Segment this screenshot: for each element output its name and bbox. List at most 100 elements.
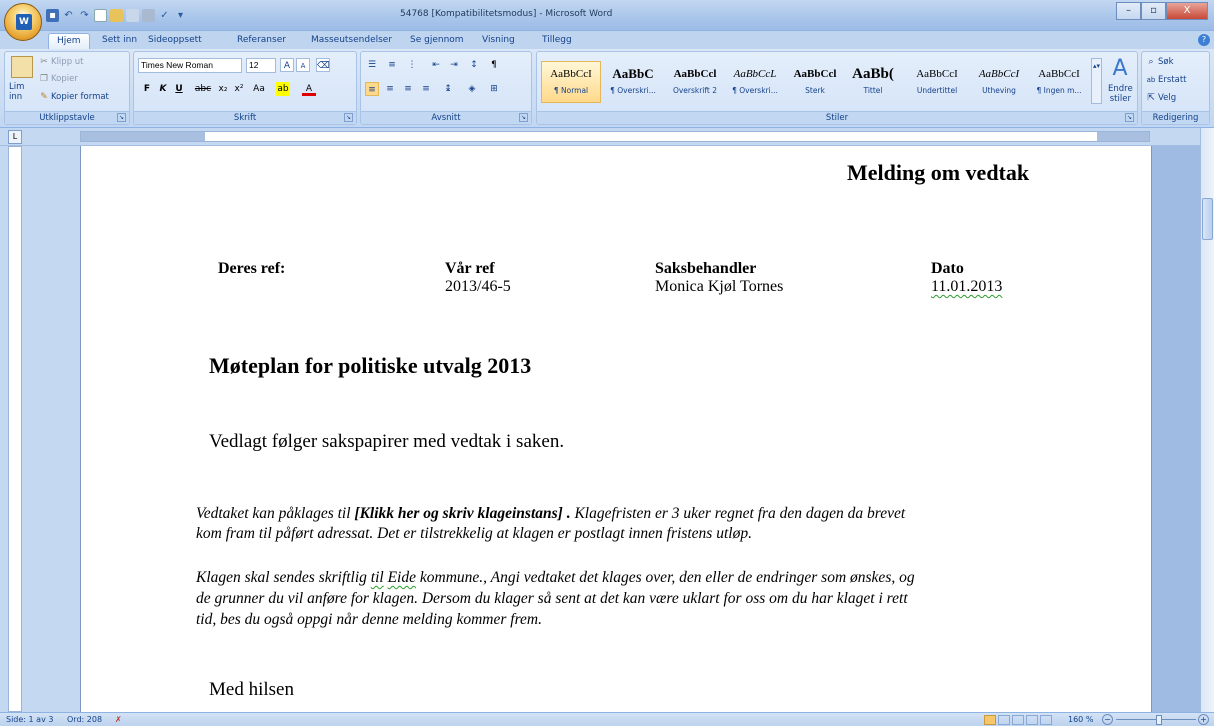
full-screen-reading-icon[interactable] (998, 715, 1010, 725)
justify-icon[interactable]: ≡ (419, 82, 433, 96)
underline-icon[interactable]: U (172, 82, 186, 96)
scrollbar-thumb[interactable] (1202, 198, 1213, 240)
styles-launcher-icon[interactable]: ↘ (1125, 113, 1134, 122)
change-case-icon[interactable]: Aa (250, 82, 268, 96)
open-icon[interactable] (110, 8, 123, 22)
maximize-button[interactable]: ▫ (1141, 2, 1166, 20)
style-ingen-mellomrom[interactable]: AaBbCcI ¶ Ingen m... (1029, 61, 1089, 103)
zoom-in-icon[interactable]: + (1198, 714, 1209, 725)
subscript-icon[interactable]: x₂ (216, 82, 230, 96)
align-center-icon[interactable]: ≡ (383, 82, 397, 96)
style-overskrift-3[interactable]: AaBbCcL ¶ Overskri... (725, 61, 785, 103)
complaint-eide: Eide (387, 569, 416, 586)
zoom-slider-handle[interactable] (1156, 715, 1162, 725)
help-icon[interactable]: ? (1198, 34, 1210, 46)
grow-font-icon[interactable]: A (280, 58, 294, 72)
numbering-icon[interactable]: ≡ (385, 58, 399, 72)
complaint-text-line3: tid, bes du også oppgi når denne melding… (196, 611, 542, 628)
multilevel-list-icon[interactable]: ⋮ (405, 58, 419, 72)
paste-icon[interactable] (11, 56, 33, 78)
web-layout-icon[interactable] (1012, 715, 1024, 725)
highlight-icon[interactable]: ab (276, 82, 290, 96)
undo-icon[interactable]: ↶ (62, 9, 75, 22)
align-right-icon[interactable]: ≡ (401, 82, 415, 96)
paragraph-launcher-icon[interactable]: ↘ (519, 113, 528, 122)
show-formatting-icon[interactable]: ¶ (487, 58, 501, 72)
style-undertittel[interactable]: AaBbCcI Undertittel (907, 61, 967, 103)
proofing-icon[interactable]: ✗ (115, 713, 122, 726)
find-button[interactable]: Søk (1158, 56, 1174, 68)
bullets-icon[interactable]: ☰ (365, 58, 379, 72)
tab-tillegg[interactable]: Tillegg (542, 33, 572, 49)
office-button[interactable]: W (4, 3, 42, 41)
bold-icon[interactable]: F (140, 82, 154, 96)
copy-button[interactable]: Kopier (51, 73, 78, 85)
quick-access-toolbar: ▪ ↶ ↷ ✓ ▾ (46, 5, 187, 25)
style-overskrift-1[interactable]: AaBbC ¶ Overskri... (603, 61, 663, 103)
vertical-scrollbar[interactable] (1200, 128, 1214, 712)
style-preview: AaBbCcI (550, 68, 592, 80)
redo-icon[interactable]: ↷ (78, 9, 91, 22)
print-preview-icon[interactable] (126, 8, 139, 22)
tab-hjem[interactable]: Hjem (48, 33, 90, 49)
style-sterk[interactable]: AaBbCcl Sterk (785, 61, 845, 103)
borders-icon[interactable]: ⊞ (487, 82, 501, 96)
font-color-icon[interactable]: A (302, 82, 316, 96)
appeal-body-placeholder[interactable]: [Klikk her og skriv klageinstans] . (354, 505, 570, 522)
word-count[interactable]: Ord: 208 (67, 713, 102, 726)
new-document-icon[interactable] (94, 8, 107, 22)
shading-icon[interactable]: ◈ (465, 82, 479, 96)
decrease-indent-icon[interactable]: ⇤ (429, 58, 443, 72)
style-name: ¶ Ingen m... (1036, 86, 1082, 95)
style-utheving[interactable]: AaBbCcI Utheving (969, 61, 1029, 103)
strikethrough-icon[interactable]: abc (194, 82, 212, 96)
close-button[interactable]: X (1166, 2, 1208, 20)
style-normal[interactable]: AaBbCcI ¶ Normal (541, 61, 601, 103)
minimize-button[interactable]: – (1116, 2, 1141, 20)
increase-indent-icon[interactable]: ⇥ (447, 58, 461, 72)
align-left-icon[interactable]: ≡ (365, 82, 379, 96)
tab-masseutsendelser[interactable]: Masseutsendelser (311, 33, 392, 49)
tab-sett-inn[interactable]: Sett inn (102, 33, 137, 49)
tab-visning[interactable]: Visning (482, 33, 515, 49)
clear-formatting-icon[interactable]: ⌫ (316, 58, 330, 72)
replace-button[interactable]: Erstatt (1158, 74, 1187, 86)
tab-se-gjennom[interactable]: Se gjennom (410, 33, 464, 49)
print-layout-icon[interactable] (984, 715, 996, 725)
tab-selector-icon[interactable]: L (8, 130, 22, 144)
horizontal-ruler[interactable] (80, 131, 1150, 142)
window-title: 54768 [Kompatibilitetsmodus] - Microsoft… (400, 9, 613, 19)
spelling-icon[interactable]: ✓ (158, 9, 171, 22)
customize-qat-icon[interactable]: ▾ (174, 9, 187, 22)
vertical-ruler[interactable] (8, 146, 22, 712)
page-count[interactable]: Side: 1 av 3 (6, 713, 53, 726)
sort-icon[interactable]: ↕ (467, 58, 481, 72)
shrink-font-icon[interactable]: A (296, 58, 310, 72)
font-launcher-icon[interactable]: ↘ (344, 113, 353, 122)
styles-scroll-icon[interactable]: ▴▾ (1091, 58, 1102, 104)
italic-icon[interactable]: K (156, 82, 170, 96)
style-overskrift-2[interactable]: AaBbCcl Overskrift 2 (665, 61, 725, 103)
paste-button[interactable]: Lim inn (9, 82, 24, 102)
tab-sideoppsett[interactable]: Sideoppsett (148, 33, 202, 49)
superscript-icon[interactable]: x² (232, 82, 246, 96)
select-button[interactable]: Velg (1158, 92, 1176, 104)
tab-referanser[interactable]: Referanser (237, 33, 286, 49)
style-tittel[interactable]: AaBb(Tittel (843, 61, 903, 103)
zoom-out-icon[interactable]: − (1102, 714, 1113, 725)
format-painter-button[interactable]: Kopier format (51, 91, 109, 103)
font-family-select[interactable]: Times New Roman (138, 58, 242, 73)
clipboard-launcher-icon[interactable]: ↘ (117, 113, 126, 122)
draft-icon[interactable] (1040, 715, 1052, 725)
save-icon[interactable]: ▪ (46, 8, 59, 22)
font-size-select[interactable]: 12 (246, 58, 276, 73)
outline-icon[interactable] (1026, 715, 1038, 725)
cut-button[interactable]: Klipp ut (51, 56, 84, 68)
intro-text: Vedlagt følger sakspapirer med vedtak i … (209, 431, 565, 452)
document-page[interactable]: Melding om vedtak Deres ref: Vår ref Sak… (80, 146, 1152, 712)
zoom-level[interactable]: 160 % (1068, 713, 1093, 726)
style-preview: AaBbCcI (1038, 68, 1080, 80)
line-spacing-icon[interactable]: ↨ (441, 82, 455, 96)
change-styles-button[interactable]: Endre stiler (1108, 84, 1133, 104)
print-icon[interactable] (142, 8, 155, 22)
